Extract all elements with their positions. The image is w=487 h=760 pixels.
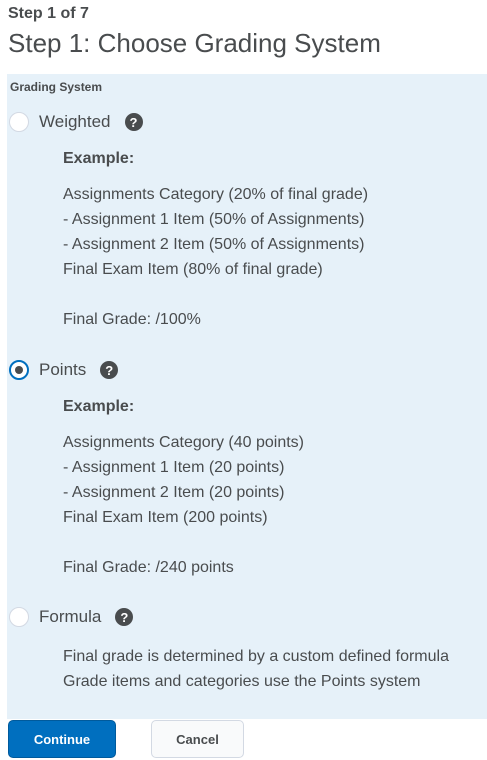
example-line: - Assignment 2 Item (20 points) bbox=[63, 484, 285, 501]
example-heading: Example: bbox=[63, 150, 135, 167]
formula-description-line: Final grade is determined by a custom de… bbox=[63, 648, 449, 665]
formula-description: Final grade is determined by a custom de… bbox=[63, 644, 449, 694]
weighted-example: Example: Assignments Category (20% of fi… bbox=[63, 150, 368, 332]
formula-label[interactable]: Formula bbox=[39, 607, 101, 627]
option-formula: Formula ? bbox=[9, 604, 134, 630]
weighted-radio[interactable] bbox=[9, 112, 29, 132]
example-line: - Assignment 1 Item (20 points) bbox=[63, 459, 285, 476]
grading-system-panel: Grading System Weighted ? Example: Assig… bbox=[7, 74, 487, 719]
example-final-grade: Final Grade: /100% bbox=[63, 311, 201, 328]
example-line: Assignments Category (40 points) bbox=[63, 434, 304, 451]
option-weighted: Weighted ? bbox=[9, 109, 143, 135]
continue-button[interactable]: Continue bbox=[8, 720, 116, 758]
points-radio[interactable] bbox=[9, 360, 29, 380]
points-example: Example: Assignments Category (40 points… bbox=[63, 398, 304, 580]
example-heading: Example: bbox=[63, 398, 135, 415]
example-line: Final Exam Item (200 points) bbox=[63, 509, 268, 526]
example-line: - Assignment 2 Item (50% of Assignments) bbox=[63, 236, 365, 253]
grading-system-label: Grading System bbox=[10, 80, 103, 94]
page-title: Step 1: Choose Grading System bbox=[8, 28, 381, 58]
example-line: - Assignment 1 Item (50% of Assignments) bbox=[63, 211, 365, 228]
formula-radio[interactable] bbox=[9, 607, 29, 627]
example-line: Final Exam Item (80% of final grade) bbox=[63, 261, 323, 278]
help-icon[interactable]: ? bbox=[115, 608, 134, 626]
formula-description-line: Grade items and categories use the Point… bbox=[63, 673, 421, 690]
step-indicator: Step 1 of 7 bbox=[8, 5, 89, 22]
example-line: Assignments Category (20% of final grade… bbox=[63, 186, 369, 203]
option-points: Points ? bbox=[9, 357, 119, 383]
weighted-label[interactable]: Weighted bbox=[39, 112, 111, 132]
cancel-button[interactable]: Cancel bbox=[151, 720, 244, 758]
help-icon[interactable]: ? bbox=[100, 361, 119, 379]
help-icon[interactable]: ? bbox=[124, 113, 143, 131]
points-label[interactable]: Points bbox=[39, 360, 86, 380]
example-final-grade: Final Grade: /240 points bbox=[63, 559, 234, 576]
